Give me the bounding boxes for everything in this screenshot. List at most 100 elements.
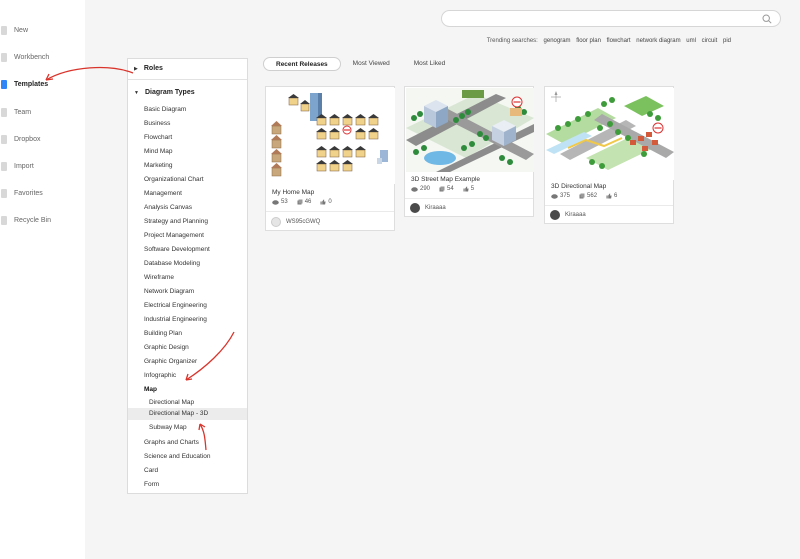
copies-count: 54 <box>447 186 454 192</box>
nav-item-new[interactable]: New <box>0 22 28 38</box>
dropbox-icon <box>1 134 7 144</box>
copy-icon <box>439 186 445 192</box>
category-item[interactable]: Marketing <box>144 162 173 169</box>
category-item[interactable]: Building Plan <box>144 330 182 337</box>
card-title: 3D Directional Map <box>551 183 607 190</box>
likes-stat: 5 <box>463 186 474 192</box>
subcategory-item-selected[interactable]: Directional Map - 3D <box>128 408 247 420</box>
category-item[interactable]: Strategy and Planning <box>144 218 208 225</box>
category-item[interactable]: Electrical Engineering <box>144 302 207 309</box>
author-name[interactable]: Kiraaaa <box>425 205 446 211</box>
category-item[interactable]: Database Modeling <box>144 260 200 267</box>
thumbs-up-icon <box>606 193 612 199</box>
avatar <box>410 203 420 213</box>
likes-count: 5 <box>470 186 475 192</box>
category-item[interactable]: Industrial Engineering <box>144 316 207 323</box>
annotation-arrows <box>45 66 235 451</box>
nav-item-workbench[interactable]: Workbench <box>0 49 49 65</box>
category-item[interactable]: Project Management <box>144 232 204 239</box>
nav-label: Templates <box>14 80 49 88</box>
copies-count: 562 <box>587 193 598 199</box>
views-count: 290 <box>420 186 431 192</box>
import-icon <box>1 161 7 171</box>
search-box <box>441 10 781 30</box>
category-item[interactable]: Science and Education <box>144 453 211 460</box>
category-item[interactable]: Analysis Canvas <box>144 204 192 211</box>
nav-item-templates[interactable]: Templates <box>0 76 48 92</box>
category-item[interactable]: Graphs and Charts <box>144 439 199 446</box>
nav-label: New <box>14 26 29 34</box>
category-item-map[interactable]: Map <box>144 386 157 393</box>
thumbs-up-icon <box>320 199 326 205</box>
roles-toggle[interactable]: ▶ Roles <box>134 65 163 72</box>
category-item[interactable]: Form <box>144 481 159 488</box>
category-item[interactable]: Graphic Design <box>144 344 189 351</box>
category-item[interactable]: Software Development <box>144 246 210 253</box>
likes-stat: 6 <box>606 193 617 199</box>
category-item[interactable]: Infographic <box>144 372 176 379</box>
nav-label: Favorites <box>14 189 43 197</box>
card-stats: 290 54 5 <box>411 186 483 192</box>
template-card[interactable]: My Home Map 53 46 0 WS95cGWQ <box>265 86 395 231</box>
template-icon <box>1 79 7 89</box>
card-title: 3D Street Map Example <box>411 176 481 183</box>
nav-item-team[interactable]: Team <box>0 104 31 120</box>
tab-most-liked[interactable]: Most Liked <box>402 57 457 71</box>
category-item[interactable]: Flowchart <box>144 134 172 141</box>
copy-icon <box>297 199 303 205</box>
tab-recent-releases[interactable]: Recent Releases <box>263 57 341 71</box>
nav-item-dropbox[interactable]: Dropbox <box>0 131 40 147</box>
category-item[interactable]: Mind Map <box>144 148 173 155</box>
template-thumbnail <box>267 88 395 184</box>
search-input[interactable] <box>452 15 752 30</box>
left-navigation: New Workbench Templates Team Dropbox Imp… <box>0 0 85 559</box>
category-item[interactable]: Management <box>144 190 182 197</box>
avatar <box>550 210 560 220</box>
category-panel: ▶ Roles ▼ Diagram Types Basic Diagram Busi… <box>127 58 248 494</box>
category-item[interactable]: Business <box>144 120 170 127</box>
category-item[interactable]: Card <box>144 467 158 474</box>
diagram-types-toggle[interactable]: ▼ Diagram Types <box>134 89 195 96</box>
nav-label: Team <box>14 108 32 116</box>
divider <box>128 79 247 80</box>
trending-term[interactable]: uml <box>686 38 696 44</box>
author-name[interactable]: WS95cGWQ <box>286 219 320 225</box>
likes-stat: 0 <box>320 199 332 205</box>
trending-term[interactable]: pid <box>723 38 731 44</box>
views-stat: 53 <box>272 199 288 205</box>
card-stats: 53 46 0 <box>272 199 341 205</box>
author-name[interactable]: Kiraaaa <box>565 212 586 218</box>
copies-stat: 54 <box>439 186 454 192</box>
category-item[interactable]: Network Diagram <box>144 288 194 295</box>
nav-item-favorites[interactable]: Favorites <box>0 185 43 201</box>
category-item[interactable]: Basic Diagram <box>144 106 186 113</box>
subcategory-item[interactable]: Subway Map <box>149 424 187 431</box>
trending-term[interactable]: genogram <box>544 38 571 44</box>
trending-term[interactable]: network diagram <box>636 38 680 44</box>
category-item[interactable]: Graphic Organizer <box>144 358 197 365</box>
card-stats: 375 562 6 <box>551 193 626 199</box>
template-card[interactable]: 3D Directional Map 375 562 6 Kiraaaa <box>544 86 674 224</box>
category-item[interactable]: Wireframe <box>144 274 174 281</box>
search-icon[interactable] <box>762 14 772 24</box>
roles-label: Roles <box>143 65 163 72</box>
views-count: 53 <box>281 199 288 205</box>
trending-term[interactable]: flowchart <box>607 38 631 44</box>
nav-item-import[interactable]: Import <box>0 158 34 174</box>
trending-searches: Trending searches: genogram floor plan f… <box>487 38 735 44</box>
nav-label: Workbench <box>14 53 50 61</box>
tab-most-viewed[interactable]: Most Viewed <box>341 57 402 71</box>
category-item[interactable]: Organizational Chart <box>144 176 204 183</box>
trash-icon <box>1 215 7 225</box>
nav-item-recycle-bin[interactable]: Recycle Bin <box>0 212 51 228</box>
template-thumbnail <box>546 88 674 180</box>
eye-icon <box>551 193 558 199</box>
caret-down-icon: ▼ <box>134 89 139 96</box>
subcategory-item[interactable]: Directional Map <box>149 399 194 406</box>
thumbs-up-icon <box>463 186 469 192</box>
diagram-types-label: Diagram Types <box>144 89 195 96</box>
trending-term[interactable]: circuit <box>702 38 718 44</box>
template-card[interactable]: 3D Street Map Example 290 54 5 Kiraaaa <box>404 86 534 217</box>
likes-count: 6 <box>614 193 618 199</box>
trending-term[interactable]: floor plan <box>576 38 601 44</box>
